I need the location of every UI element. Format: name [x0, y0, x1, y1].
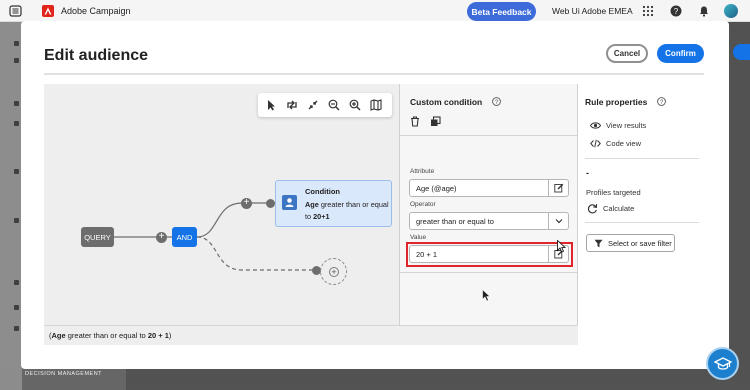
divider — [400, 135, 577, 136]
adobe-logo-icon — [42, 5, 54, 17]
attribute-field[interactable]: Age (@age) — [409, 179, 569, 197]
add-node-icon[interactable]: + — [156, 232, 167, 243]
app-title: Adobe Campaign — [61, 6, 131, 16]
query-canvas[interactable]: QUERY + AND + + Condition Age greater th… — [44, 84, 399, 345]
apps-grid-icon[interactable] — [642, 5, 654, 17]
code-view-link[interactable]: Code view — [590, 139, 641, 148]
top-bar: Adobe Campaign Beta Feedback Web Ui Adob… — [0, 0, 750, 22]
value-highlight-outline — [406, 242, 573, 267]
profiles-targeted-label: Profiles targeted — [586, 188, 641, 197]
code-view-label: Code view — [606, 139, 642, 148]
mouse-cursor-icon — [557, 240, 566, 253]
mouse-cursor-icon — [482, 289, 491, 302]
profiles-count: - — [586, 168, 589, 178]
refresh-icon — [587, 204, 598, 214]
delete-icon[interactable] — [410, 116, 420, 127]
dialog-title: Edit audience — [44, 47, 149, 64]
edit-expression-icon — [554, 183, 564, 193]
edit-attribute-button[interactable] — [548, 180, 568, 196]
value-label: Value — [410, 234, 427, 241]
connector-arrow-icon — [266, 199, 275, 208]
learn-help-button[interactable] — [706, 347, 739, 380]
eye-icon — [590, 122, 601, 129]
help-circle-icon[interactable]: ? — [492, 97, 501, 106]
background-primary-button — [733, 44, 750, 60]
condition-description: Age greater than or equal to 20+1 — [305, 200, 389, 221]
sidebar-section-label: DECISION MANAGEMENT — [25, 371, 103, 377]
edit-audience-dialog: Edit audience Cancel Confirm QUERY + AND… — [21, 21, 729, 369]
operator-dropdown[interactable]: greater than or equal to — [409, 212, 569, 230]
view-results-label: View results — [606, 121, 647, 130]
calculate-button[interactable]: Calculate — [587, 203, 634, 214]
help-icon[interactable]: ? — [670, 5, 682, 17]
query-summary: (Age greater than or equal to 20 + 1) — [49, 331, 172, 340]
query-summary-bar: (Age greater than or equal to 20 + 1) — [44, 325, 600, 345]
add-node-icon[interactable]: + — [241, 198, 252, 209]
notifications-bell-icon[interactable] — [698, 5, 710, 17]
divider — [585, 158, 699, 159]
add-condition-placeholder[interactable]: + — [320, 258, 347, 285]
view-results-link[interactable]: View results — [590, 121, 646, 130]
select-filter-label: Select or save filter — [608, 238, 672, 248]
calculate-label: Calculate — [603, 204, 635, 213]
rule-properties-panel: Rule properties ? View results Code view… — [578, 84, 728, 345]
select-or-save-filter-button[interactable]: Select or save filter — [586, 234, 675, 252]
menu-icon[interactable] — [9, 5, 22, 17]
operator-label: Operator — [410, 201, 436, 208]
divider — [400, 272, 577, 273]
add-icon: + — [329, 267, 339, 277]
attribute-value: Age (@age) — [416, 184, 457, 193]
beta-feedback-button[interactable]: Beta Feedback — [467, 2, 536, 21]
graduation-cap-icon — [714, 357, 732, 370]
condition-profile-icon — [282, 195, 297, 210]
query-node[interactable]: QUERY — [81, 227, 114, 247]
condition-title: Condition — [305, 187, 340, 196]
user-avatar[interactable] — [724, 4, 738, 18]
svg-text:?: ? — [674, 7, 679, 16]
confirm-button[interactable]: Confirm — [657, 44, 704, 63]
duplicate-icon[interactable] — [430, 116, 441, 127]
divider — [585, 222, 699, 223]
operator-dropdown-toggle[interactable] — [548, 213, 568, 229]
rule-properties-title: Rule properties — [585, 97, 648, 107]
cancel-button[interactable]: Cancel — [606, 44, 648, 63]
operator-value: greater than or equal to — [416, 217, 494, 226]
org-switcher[interactable]: Web Ui Adobe EMEA — [552, 6, 633, 16]
custom-condition-title: Custom condition — [410, 97, 483, 107]
chevron-down-icon — [555, 219, 563, 224]
condition-card[interactable]: Condition Age greater than or equal to 2… — [275, 180, 392, 227]
attribute-label: Attribute — [410, 168, 435, 175]
help-circle-icon[interactable]: ? — [657, 97, 666, 106]
divider — [44, 73, 704, 75]
code-icon — [590, 139, 601, 148]
filter-icon — [594, 239, 603, 247]
and-node[interactable]: AND — [172, 227, 197, 247]
